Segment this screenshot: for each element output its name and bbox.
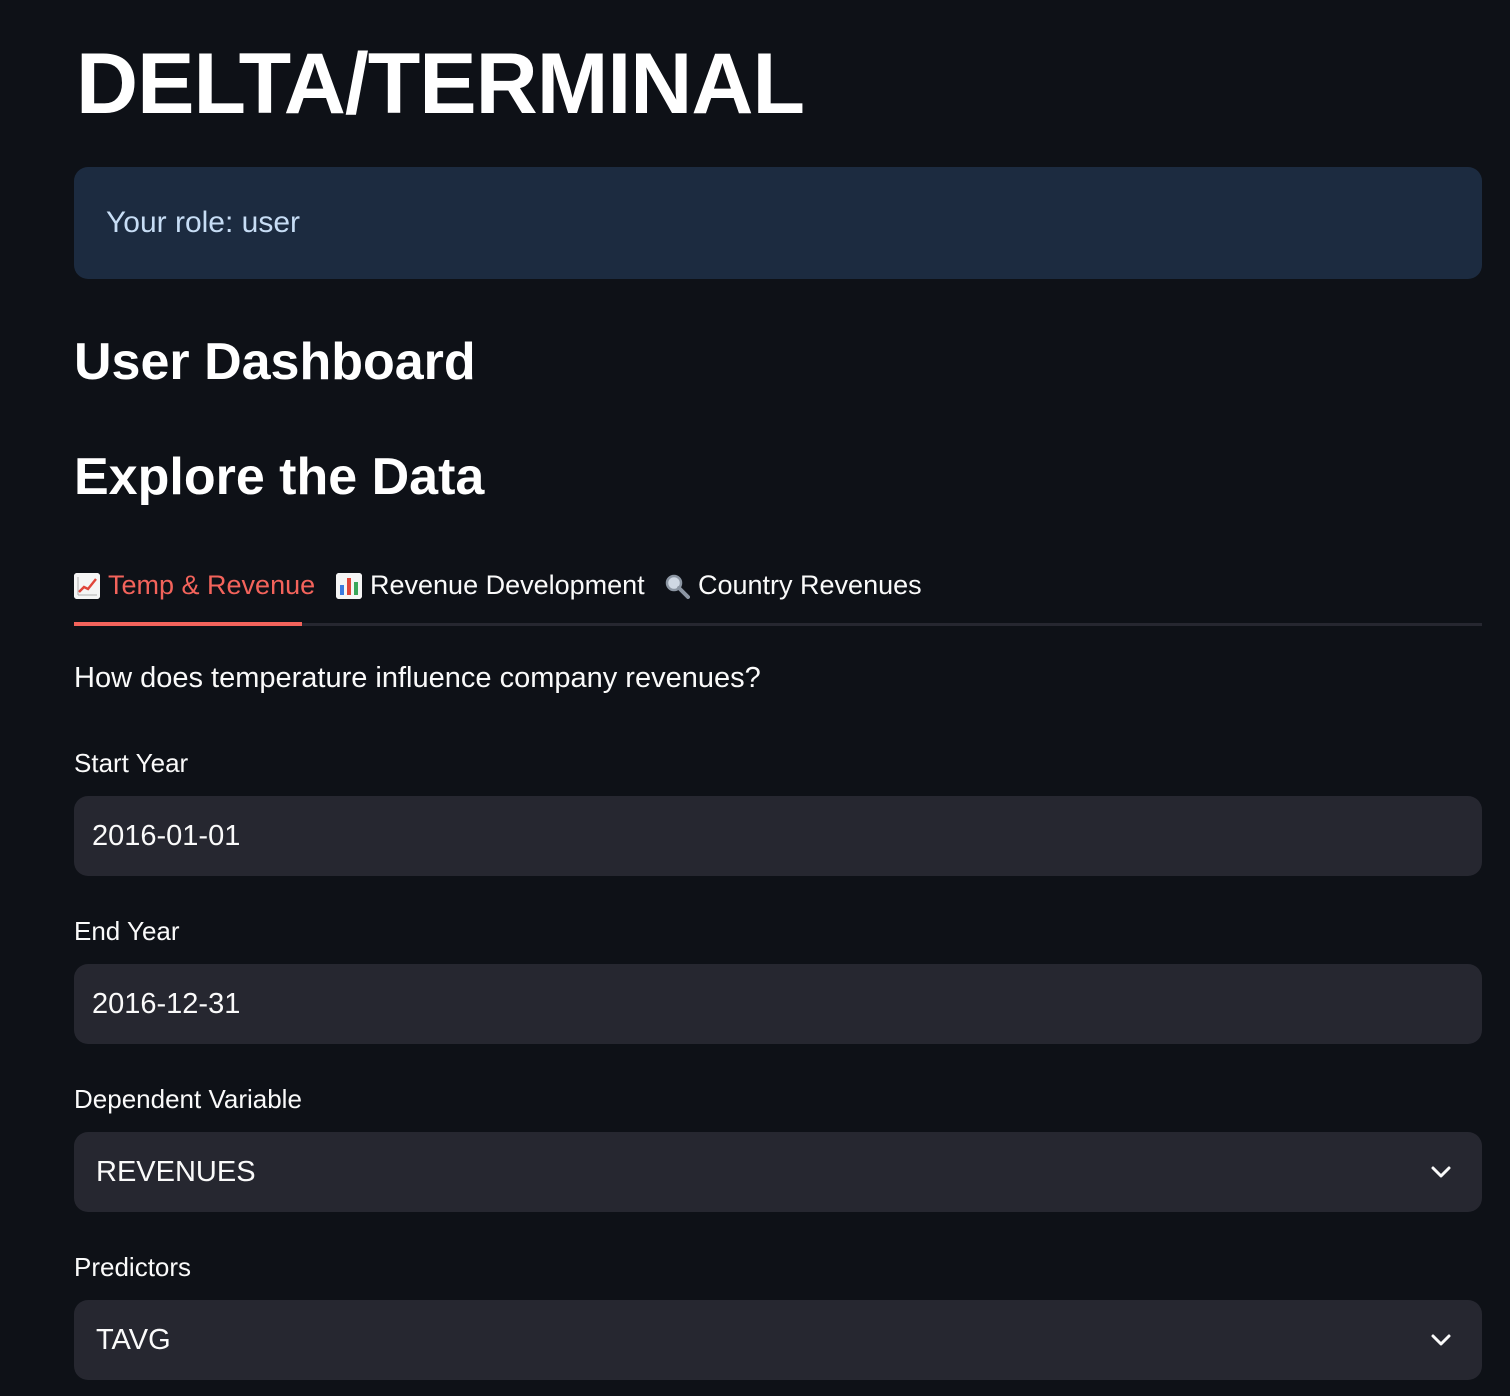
explore-heading: Explore the Data xyxy=(74,448,485,506)
tab-revenue-development[interactable]: Revenue Development xyxy=(336,548,645,623)
app-title: DELTA/TERMINAL xyxy=(76,36,805,132)
panel-question: How does temperature influence company r… xyxy=(74,662,761,694)
tab-label: Revenue Development xyxy=(370,570,645,600)
chart-increasing-icon xyxy=(74,572,100,599)
end-year-input[interactable] xyxy=(74,986,1394,1022)
dependent-variable-label: Dependent Variable xyxy=(74,1084,302,1114)
start-year-input[interactable] xyxy=(74,818,1394,854)
predictors-value: TAVG xyxy=(96,1323,171,1356)
chevron-down-icon[interactable] xyxy=(1428,1159,1454,1185)
tab-label: Temp & Revenue xyxy=(108,570,316,600)
start-year-field[interactable] xyxy=(74,796,1482,876)
dashboard-heading: User Dashboard xyxy=(74,333,476,391)
tab-temp-revenue[interactable]: Temp & Revenue xyxy=(74,548,315,623)
start-year-label: Start Year xyxy=(74,748,189,778)
tab-bar: Temp & Revenue Revenue Development Count… xyxy=(74,548,1482,626)
end-year-field[interactable] xyxy=(74,964,1482,1044)
magnifying-glass-icon xyxy=(664,573,690,599)
role-info-box: Your role: user xyxy=(74,167,1482,279)
predictors-label: Predictors xyxy=(74,1252,192,1282)
bar-chart-icon xyxy=(336,572,362,599)
dependent-variable-value: REVENUES xyxy=(96,1155,256,1188)
tab-country-revenues[interactable]: Country Revenues xyxy=(664,548,922,623)
dependent-variable-select[interactable]: REVENUES xyxy=(74,1132,1482,1212)
end-year-label: End Year xyxy=(74,916,180,946)
page: DELTA/TERMINAL Your role: user User Dash… xyxy=(0,0,1510,1396)
predictors-select[interactable]: TAVG xyxy=(74,1300,1482,1380)
chevron-down-icon[interactable] xyxy=(1428,1327,1454,1353)
tab-label: Country Revenues xyxy=(698,570,922,600)
role-info-text: Your role: user xyxy=(106,206,301,239)
active-tab-indicator xyxy=(74,622,302,626)
